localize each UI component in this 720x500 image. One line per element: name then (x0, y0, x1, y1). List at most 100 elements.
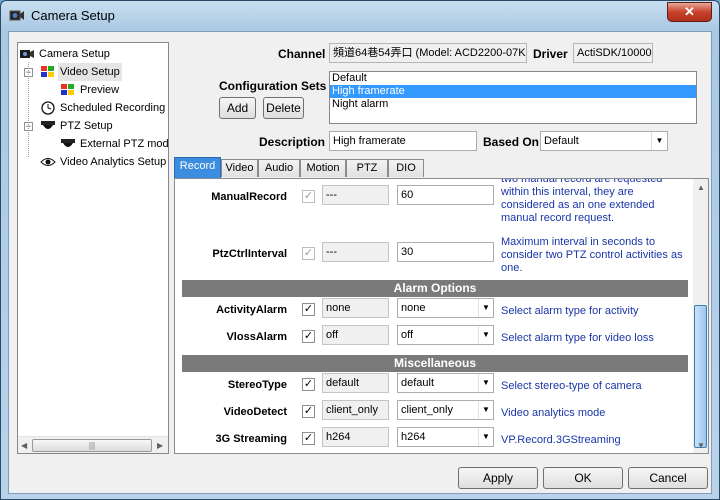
driver-label: Driver (533, 47, 568, 61)
setup-tree[interactable]: Camera Setup − Video Setup Preview Sched… (17, 42, 169, 454)
config-sets-list[interactable]: Default High framerate Night alarm (329, 71, 697, 124)
vloss-alarm-checkbox[interactable]: ✓ (302, 330, 315, 343)
scroll-left-icon[interactable]: ◀ (21, 441, 27, 450)
video-detect-description: Video analytics mode (501, 407, 606, 419)
tree-connector (28, 62, 29, 157)
settings-vertical-scrollbar[interactable]: ▲ ▼ (693, 179, 708, 453)
ptz-ctrl-interval-description: Maximum interval in seconds to consider … (501, 236, 683, 274)
scroll-down-icon[interactable]: ▼ (697, 441, 705, 450)
activity-alarm-description: Select alarm type for activity (501, 305, 639, 317)
stereo-type-label: StereoType (227, 379, 287, 391)
activity-alarm-default: none (322, 298, 389, 318)
scroll-thumb[interactable]: ||| (32, 439, 152, 452)
tab-audio[interactable]: Audio (258, 159, 300, 177)
manual-record-description: two manual record are requested within t… (501, 178, 663, 224)
ptz-camera-icon (41, 121, 55, 129)
tree-label: Video Setup (58, 63, 122, 81)
3g-streaming-default: h264 (322, 427, 389, 447)
3g-streaming-select[interactable]: h264 ▼ (397, 427, 494, 447)
manual-record-label: ManualRecord (211, 191, 287, 203)
video-grid-icon (41, 66, 54, 77)
chevron-down-icon: ▼ (478, 428, 493, 446)
camera-icon (20, 50, 34, 58)
scroll-up-icon[interactable]: ▲ (697, 183, 705, 192)
vloss-alarm-select[interactable]: off ▼ (397, 325, 494, 345)
description-input[interactable]: High framerate (329, 131, 477, 151)
video-detect-value: client_only (401, 404, 453, 416)
3g-streaming-value: h264 (401, 431, 426, 443)
alarm-options-header: Alarm Options (182, 280, 688, 297)
miscellaneous-header: Miscellaneous (182, 355, 688, 372)
activity-alarm-label: ActivityAlarm (216, 304, 287, 316)
manual-record-default-checkbox[interactable]: ✓ (302, 190, 315, 203)
based-on-label: Based On (483, 135, 540, 149)
chevron-down-icon: ▼ (478, 326, 493, 344)
stereo-type-default: default (322, 373, 389, 393)
tab-video[interactable]: Video (221, 159, 258, 177)
camera-setup-window: Camera Setup ✕ Camera Setup − Video Setu… (0, 0, 720, 500)
apply-button[interactable]: Apply (458, 467, 538, 489)
ptz-ctrl-interval-default: --- (322, 242, 389, 262)
tree-label: Scheduled Recording S (60, 102, 169, 114)
tab-ptz[interactable]: PTZ (346, 159, 388, 177)
config-set-item[interactable]: Night alarm (330, 98, 696, 111)
scroll-thumb[interactable] (694, 305, 707, 448)
config-set-item-selected[interactable]: High framerate (330, 85, 696, 98)
tree-label: Camera Setup (39, 48, 110, 60)
tab-record[interactable]: Record (174, 157, 221, 178)
chevron-down-icon: ▼ (651, 132, 667, 150)
preview-grid-icon (61, 84, 74, 95)
ptz-ctrl-interval-input[interactable]: 30 (397, 242, 494, 262)
title-bar[interactable]: Camera Setup ✕ (1, 1, 719, 31)
chevron-down-icon: ▼ (478, 299, 493, 317)
channel-label: Channel (278, 47, 326, 61)
3g-streaming-label: 3G Streaming (215, 433, 287, 445)
tree-label: Video Analytics Setup (60, 156, 167, 168)
stereo-type-value: default (401, 377, 435, 389)
activity-alarm-select[interactable]: none ▼ (397, 298, 494, 318)
manual-record-default: --- (322, 185, 389, 205)
camera-app-icon (9, 10, 24, 21)
video-detect-label: VideoDetect (223, 406, 287, 418)
stereo-type-select[interactable]: default ▼ (397, 373, 494, 393)
video-detect-checkbox[interactable]: ✓ (302, 405, 315, 418)
add-button[interactable]: Add (219, 97, 256, 119)
based-on-select[interactable]: Default ▼ (540, 131, 668, 151)
clock-icon (41, 101, 55, 115)
tab-dio[interactable]: DIO (388, 159, 424, 177)
close-button[interactable]: ✕ (667, 2, 712, 22)
video-detect-default: client_only (322, 400, 389, 420)
config-set-item[interactable]: Default (330, 72, 696, 85)
stereo-type-description: Select stereo-type of camera (501, 380, 642, 392)
record-settings-pane: ManualRecord ✓ --- 60 two manual record … (174, 178, 709, 454)
tree-label: Preview (80, 84, 120, 96)
based-on-value: Default (544, 135, 579, 147)
video-detect-select[interactable]: client_only ▼ (397, 400, 494, 420)
ptz-ctrl-interval-label: PtzCtrlInterval (212, 248, 287, 260)
ptz-dome-icon (61, 139, 75, 147)
ok-button[interactable]: OK (543, 467, 623, 489)
manual-record-input[interactable]: 60 (397, 185, 494, 205)
delete-button[interactable]: Delete (263, 97, 304, 119)
tree-horizontal-scrollbar[interactable]: ◀ ||| ▶ (18, 436, 168, 453)
3g-streaming-description: VP.Record.3GStreaming (501, 434, 621, 446)
3g-streaming-checkbox[interactable]: ✓ (302, 432, 315, 445)
cancel-button[interactable]: Cancel (628, 467, 708, 489)
scroll-right-icon[interactable]: ▶ (157, 441, 163, 450)
activity-alarm-checkbox[interactable]: ✓ (302, 303, 315, 316)
description-label: Description (259, 135, 326, 149)
vloss-alarm-description: Select alarm type for video loss (501, 332, 654, 344)
chevron-down-icon: ▼ (478, 401, 493, 419)
vloss-alarm-default: off (322, 325, 389, 345)
vloss-alarm-value: off (401, 329, 414, 341)
activity-alarm-value: none (401, 302, 426, 314)
config-sets-label: Configuration Sets (219, 79, 327, 93)
tree-label: External PTZ mod (80, 138, 169, 150)
close-icon: ✕ (684, 4, 695, 19)
stereo-type-checkbox[interactable]: ✓ (302, 378, 315, 391)
window-title: Camera Setup (31, 8, 115, 23)
ptz-ctrl-interval-default-checkbox[interactable]: ✓ (302, 247, 315, 260)
tab-motion[interactable]: Motion (300, 159, 346, 177)
channel-field: 頻道64巷54弄口 (Model: ACD2200-07K (329, 43, 527, 63)
eye-icon (40, 158, 56, 166)
